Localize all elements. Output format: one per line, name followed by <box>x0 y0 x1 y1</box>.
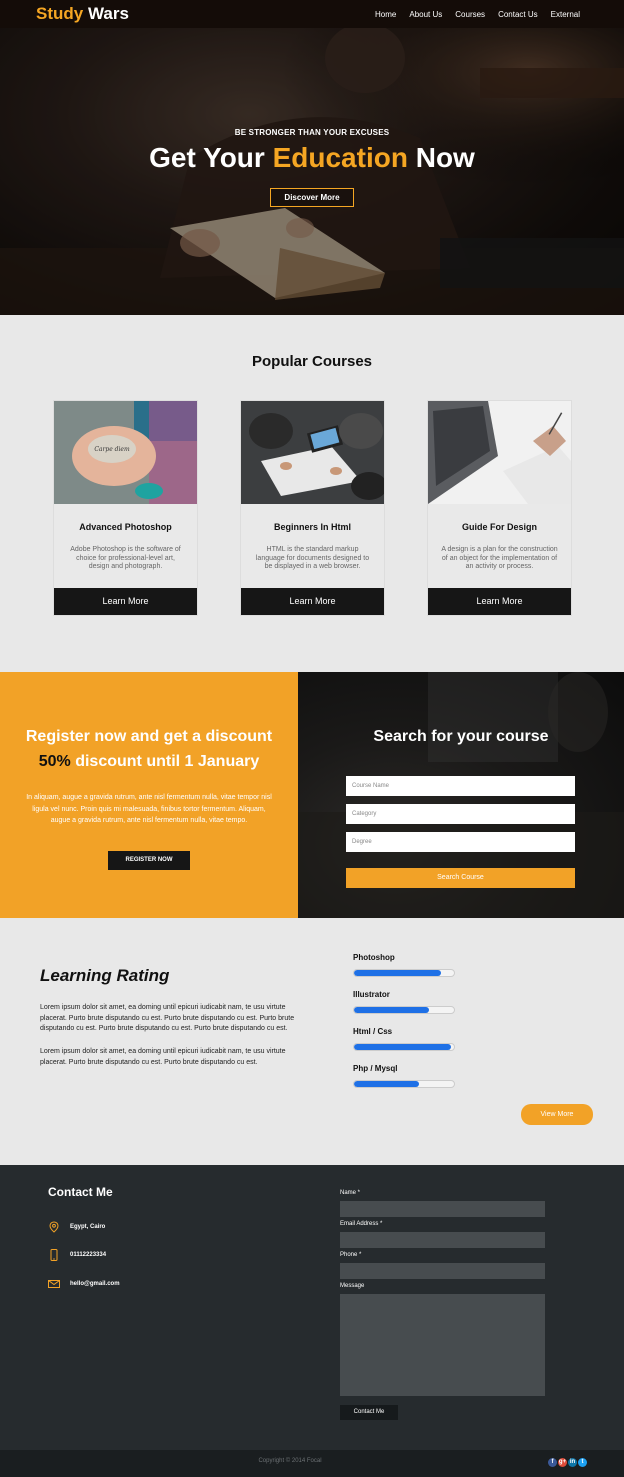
stone-text: Carpe diem <box>94 446 130 453</box>
contact-title: Contact Me <box>48 1185 113 1199</box>
nav-item-contact[interactable]: Contact Us <box>498 10 538 19</box>
message-label: Message <box>340 1283 365 1289</box>
email-field[interactable] <box>340 1232 545 1248</box>
skill-html-css: Html / Css <box>353 1027 455 1051</box>
learning-rating-section: Learning Rating Lorem ipsum dolor sit am… <box>0 918 624 1165</box>
footer: Copyright © 2014 Focal f g+ in t <box>0 1450 624 1477</box>
course-title: Beginners In Html <box>273 522 351 532</box>
nav-item-about[interactable]: About Us <box>409 10 442 19</box>
course-card: Beginners In Html HTML is the standard m… <box>240 400 385 616</box>
course-description: HTML is the standard markup language for… <box>255 546 370 570</box>
nav-item-home[interactable]: Home <box>375 10 396 19</box>
learn-more-button[interactable]: Learn More <box>54 588 197 615</box>
register-promo-section: Register now and get a discount 50% disco… <box>0 672 298 918</box>
hero-banner: BE STRONGER THAN YOUR EXCUSES Get Your E… <box>0 28 624 315</box>
name-field[interactable] <box>340 1201 545 1217</box>
nav-item-external[interactable]: External <box>551 10 580 19</box>
skill-photoshop: Photoshop <box>353 953 455 977</box>
section-title: Popular Courses <box>251 353 373 370</box>
promo-text: In aliquam, augue a gravida rutrum, ante… <box>26 794 272 824</box>
phone-label: Phone * <box>340 1252 362 1258</box>
promo-title: Register now and get a discount 50% disco… <box>25 728 273 770</box>
progress-bar <box>353 1006 455 1014</box>
logo-rest: Wars <box>83 4 129 23</box>
register-now-button[interactable]: REGISTER NOW <box>108 851 190 870</box>
course-title: Guide For Design <box>461 522 537 532</box>
site-logo[interactable]: Study Wars <box>36 4 129 24</box>
skill-illustrator: Illustrator <box>353 990 455 1014</box>
course-description: Adobe Photoshop is the software of choic… <box>70 546 181 570</box>
contact-me-button[interactable]: Contact Me <box>340 1405 398 1420</box>
view-more-button[interactable]: View More <box>521 1104 593 1125</box>
progress-bar <box>353 1080 455 1088</box>
nav-item-courses[interactable]: Courses <box>455 10 485 19</box>
course-image: Carpe diem <box>54 401 197 504</box>
discover-more-button[interactable]: Discover More <box>270 188 354 207</box>
copyright: Copyright © 2014 Focal <box>258 1458 322 1464</box>
course-name-input[interactable]: Course Name <box>346 776 575 796</box>
course-card: Guide For Design A design is a plan for … <box>427 400 572 616</box>
rating-paragraph: Lorem ipsum dolor sit amet, ea doming un… <box>40 1004 295 1032</box>
contact-phone: 01112223334 <box>48 1249 106 1261</box>
search-course-section: Search for your course Course Name Categ… <box>298 672 624 918</box>
hero-tagline: BE STRONGER THAN YOUR EXCUSES <box>234 128 390 137</box>
rating-paragraph: Lorem ipsum dolor sit amet, ea doming un… <box>40 1048 286 1066</box>
learn-more-button[interactable]: Learn More <box>428 588 571 615</box>
phone-field[interactable] <box>340 1263 545 1279</box>
linkedin-icon[interactable]: in <box>568 1458 577 1467</box>
social-links: f g+ in t <box>548 1458 587 1467</box>
course-image <box>241 401 384 504</box>
google-plus-icon[interactable]: g+ <box>558 1458 567 1467</box>
rating-title: Learning Rating <box>40 966 170 985</box>
contact-section: Contact Me Egypt, Cairo 01112223334 hell… <box>0 1165 624 1450</box>
popular-courses-section: Popular Courses Carpe diem Advanced Phot… <box>0 315 624 672</box>
learn-more-button[interactable]: Learn More <box>241 588 384 615</box>
progress-bar <box>353 1043 455 1051</box>
facebook-icon[interactable]: f <box>548 1458 557 1467</box>
email-label: Email Address * <box>340 1221 383 1227</box>
course-description: A design is a plan for the construction … <box>441 546 558 570</box>
top-navbar: Study Wars Home About Us Courses Contact… <box>0 0 624 28</box>
twitter-icon[interactable]: t <box>578 1458 587 1467</box>
course-card: Carpe diem Advanced Photoshop Adobe Phot… <box>53 400 198 616</box>
search-course-button[interactable]: Search Course <box>346 868 575 888</box>
mail-icon <box>48 1280 60 1288</box>
name-label: Name * <box>340 1190 361 1196</box>
skill-php-mysql: Php / Mysql <box>353 1064 455 1088</box>
course-image <box>428 401 571 504</box>
nav-menu: Home About Us Courses Contact Us Externa… <box>375 10 580 19</box>
logo-accent: Study <box>36 4 84 23</box>
progress-bar <box>353 969 455 977</box>
phone-icon <box>50 1249 58 1261</box>
degree-input[interactable]: Degree <box>346 832 575 852</box>
contact-address: Egypt, Cairo <box>48 1221 105 1233</box>
contact-email: hello@gmail.com <box>48 1278 120 1290</box>
location-icon <box>49 1221 59 1233</box>
search-title: Search for your course <box>373 728 549 745</box>
course-title: Advanced Photoshop <box>79 522 172 532</box>
message-field[interactable] <box>340 1294 545 1396</box>
category-input[interactable]: Category <box>346 804 575 824</box>
hero-title: Get Your Education Now <box>149 142 475 173</box>
